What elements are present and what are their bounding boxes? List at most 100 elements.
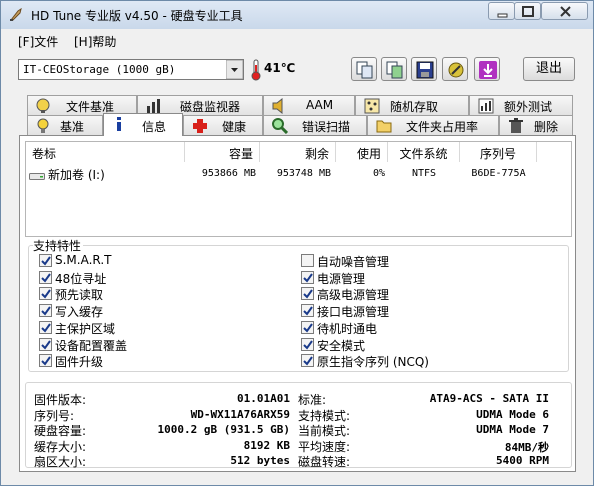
checkbox-checked[interactable]	[301, 287, 314, 301]
volume-used: 0%	[372, 168, 385, 179]
tab-aam[interactable]: AAM	[263, 95, 355, 115]
checkbox-checked[interactable]	[39, 270, 52, 284]
tab-label: AAM	[306, 98, 334, 112]
volume-serial: B6DE-775A	[471, 168, 526, 179]
feature-label: 设备配置覆盖	[55, 338, 128, 353]
feature-label: 原生指令序列 (NCQ)	[317, 355, 429, 370]
feature-label: 预先读取	[55, 288, 104, 303]
column-header-used[interactable]: 使用	[336, 142, 388, 162]
download-button[interactable]	[474, 57, 500, 81]
checkbox-checked[interactable]	[39, 337, 52, 351]
info-value: WD-WX11A76ARX59	[190, 407, 290, 421]
tab-file-benchmark[interactable]: 文件基准	[27, 95, 137, 115]
column-header-free[interactable]: 剩余	[260, 142, 336, 162]
tab-error-scan[interactable]: 错误扫描	[263, 115, 367, 135]
file-benchmark-icon	[36, 98, 50, 113]
tab-delete[interactable]: 删除	[499, 115, 573, 135]
info-panel: 卷标 容量 剩余 使用 文件系统 序列号 新加卷 (I:) 953866 MB …	[19, 135, 576, 472]
info-value: UDMA Mode 7	[476, 423, 549, 437]
info-label: 序列号:	[34, 408, 75, 423]
checkbox-checked[interactable]	[39, 354, 52, 368]
wrench-icon	[448, 62, 464, 78]
column-header-label[interactable]: 卷标	[26, 142, 185, 162]
tab-extra-tests[interactable]: 额外测试	[469, 95, 573, 115]
checkbox-checked[interactable]	[301, 354, 314, 368]
info-label: 平均速度:	[298, 439, 351, 454]
copy-image-icon	[386, 61, 403, 79]
copy-text-button[interactable]	[351, 57, 377, 81]
tab-label: 额外测试	[504, 100, 553, 114]
info-label: 扇区大小:	[34, 455, 87, 470]
tab-benchmark[interactable]: 基准	[27, 115, 103, 135]
checkbox-checked[interactable]	[39, 287, 52, 301]
checkbox-checked[interactable]	[39, 254, 52, 267]
close-icon	[560, 6, 571, 17]
chart-icon	[478, 98, 494, 114]
save-button[interactable]	[411, 57, 437, 81]
info-label: 支持模式:	[298, 408, 351, 423]
copy-screenshot-button[interactable]	[381, 57, 407, 81]
info-label: 当前模式:	[298, 424, 351, 439]
column-header-serial[interactable]: 序列号	[460, 142, 537, 162]
info-label: 固件版本:	[34, 393, 87, 407]
trash-icon	[509, 118, 523, 133]
volume-list[interactable]: 卷标 容量 剩余 使用 文件系统 序列号 新加卷 (I:) 953866 MB …	[25, 141, 572, 237]
window-title: HD Tune 专业版 v4.50 - 硬盘专业工具	[31, 9, 243, 23]
drive-info-group: 固件版本: 01.01A01 序列号: WD-WX11A76ARX59 硬盘容量: 100…	[25, 382, 572, 470]
feature-label: 待机时通电	[317, 321, 378, 336]
lightbulb-icon	[37, 118, 49, 133]
tab-health[interactable]: 健康	[183, 115, 263, 135]
drive-select[interactable]: IT-CEOStorage (1000 gB)	[18, 59, 244, 80]
tab-disk-monitor[interactable]: 磁盘监视器	[137, 95, 263, 115]
tab-random-access[interactable]: 随机存取	[355, 95, 469, 115]
drive-icon	[29, 173, 45, 180]
volume-filesystem: NTFS	[411, 168, 437, 179]
checkmark-icon	[303, 289, 313, 299]
menu-help[interactable]: [H]帮助	[74, 33, 116, 50]
maximize-icon	[522, 6, 534, 17]
info-icon	[117, 117, 121, 131]
tab-folder-usage[interactable]: 文件夹占用率	[367, 115, 499, 135]
checkbox-checked[interactable]	[301, 320, 314, 334]
info-label: 磁盘转速:	[298, 455, 351, 470]
options-button[interactable]	[442, 57, 468, 81]
title-bar[interactable]: HD Tune 专业版 v4.50 - 硬盘专业工具	[1, 1, 593, 29]
folder-icon	[376, 120, 392, 133]
feature-label: 安全模式	[317, 338, 366, 353]
volume-capacity: 953866 MB	[201, 168, 256, 179]
minimize-icon	[497, 13, 508, 18]
dots-grid-icon	[364, 98, 380, 114]
toolbar: IT-CEOStorage (1000 gB) 41℃ 退出	[1, 51, 593, 93]
red-cross-icon	[193, 119, 207, 133]
chevron-down-icon	[226, 60, 243, 79]
maximize-button[interactable]	[514, 2, 541, 20]
tab-label: 健康	[222, 120, 247, 134]
checkmark-icon	[303, 356, 313, 366]
checkbox-unchecked[interactable]	[301, 254, 314, 267]
checkbox-checked[interactable]	[39, 304, 52, 318]
magnifier-icon	[272, 118, 288, 134]
checkbox-checked[interactable]	[39, 320, 52, 334]
exit-button[interactable]: 退出	[523, 57, 575, 81]
close-button[interactable]	[541, 2, 588, 20]
menu-bar: [F]文件 [H]帮助	[1, 29, 593, 51]
checkbox-checked[interactable]	[301, 270, 314, 284]
feature-label: 自动噪音管理	[317, 255, 390, 269]
tab-info[interactable]: 信息	[103, 113, 183, 136]
column-header-filesystem[interactable]: 文件系统	[388, 142, 460, 162]
checkmark-icon	[41, 306, 51, 316]
column-header-capacity[interactable]: 容量	[185, 142, 260, 162]
tab-label: 文件夹占用率	[406, 120, 479, 134]
info-label: 缓存大小:	[34, 439, 87, 454]
minimize-button[interactable]	[488, 2, 515, 20]
tab-label: 磁盘监视器	[180, 100, 241, 114]
thermometer-icon	[251, 59, 261, 81]
info-value: 8192 KB	[243, 438, 290, 452]
checkbox-checked[interactable]	[301, 304, 314, 318]
tab-label: 基准	[60, 120, 85, 134]
tab-label: 随机存取	[390, 100, 439, 114]
checkbox-checked[interactable]	[301, 337, 314, 351]
features-group: 支持特性 S.M.A.R.T 48位寻址 预先读取 写入缓存 主保护区域 设备配置覆盖 固件…	[25, 237, 572, 372]
menu-file[interactable]: [F]文件	[18, 33, 58, 50]
checkmark-icon	[41, 323, 51, 333]
